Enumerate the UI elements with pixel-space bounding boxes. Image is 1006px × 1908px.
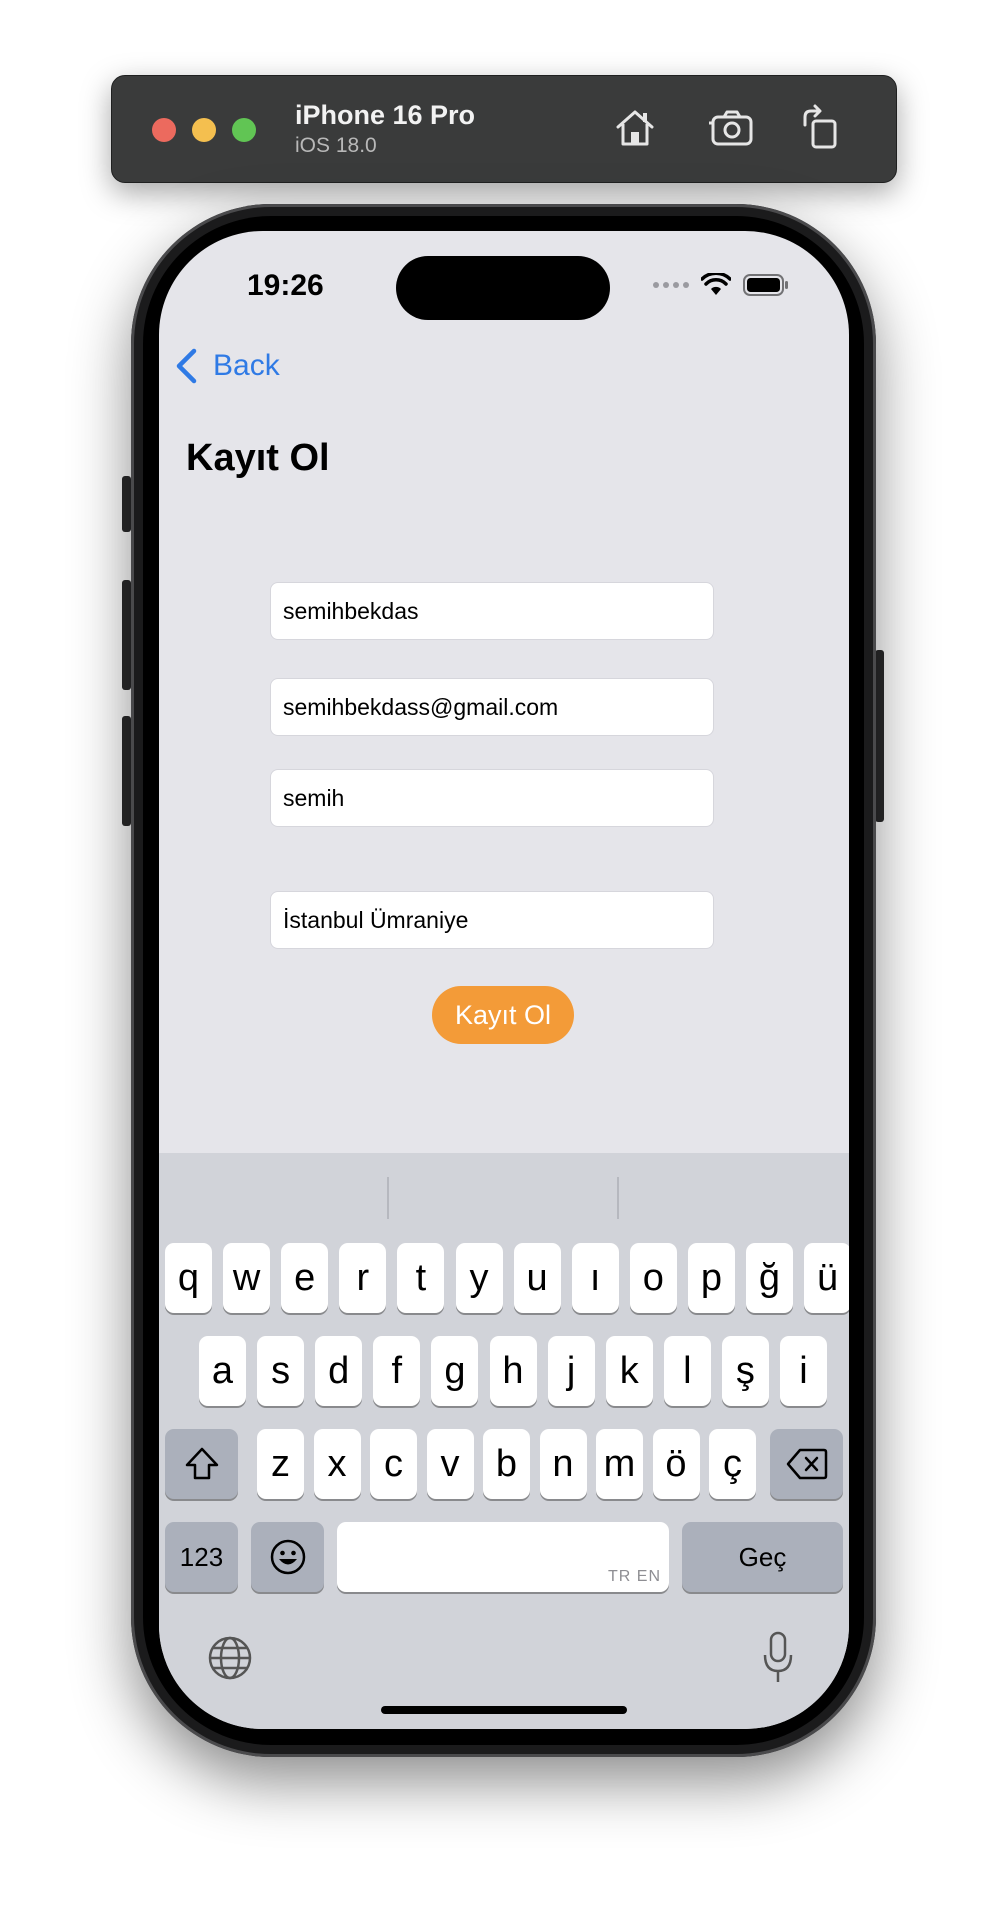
backspace-icon	[786, 1448, 827, 1480]
language-hint: TR EN	[608, 1568, 661, 1585]
suggestion-divider	[387, 1177, 389, 1219]
letter-key[interactable]: n	[539, 1429, 587, 1499]
power-button	[875, 650, 884, 822]
letter-key[interactable]: g	[431, 1336, 479, 1406]
device-name: iPhone 16 Pro	[295, 100, 476, 130]
delete-key[interactable]	[770, 1429, 843, 1499]
simulator-toolbar: iPhone 16 Pro iOS 18.0	[111, 75, 897, 183]
status-time: 19:26	[247, 269, 324, 302]
return-key[interactable]: Geç	[682, 1522, 843, 1592]
letter-key[interactable]: ç	[709, 1429, 756, 1499]
letter-key[interactable]: j	[547, 1336, 595, 1406]
letter-key[interactable]: l	[663, 1336, 711, 1406]
letter-key[interactable]: q	[165, 1243, 212, 1313]
rotate-icon[interactable]	[797, 103, 847, 153]
letter-key[interactable]: r	[339, 1243, 387, 1313]
letter-key[interactable]: ü	[804, 1243, 849, 1313]
volume-down-button	[122, 716, 131, 826]
letter-key[interactable]: k	[605, 1336, 653, 1406]
password-field[interactable]: semih	[270, 769, 714, 827]
letter-key[interactable]: b	[483, 1429, 530, 1499]
letter-key[interactable]: d	[315, 1336, 363, 1406]
letter-key[interactable]: ı	[571, 1243, 619, 1313]
os-version: iOS 18.0	[295, 134, 377, 157]
cellular-signal-icon	[653, 282, 689, 288]
letter-key[interactable]: ö	[652, 1429, 700, 1499]
letter-key[interactable]: s	[257, 1336, 305, 1406]
letter-key[interactable]: w	[223, 1243, 271, 1313]
emoji-icon	[270, 1539, 305, 1575]
letter-key[interactable]: t	[397, 1243, 445, 1313]
letter-key[interactable]: o	[629, 1243, 677, 1313]
register-button[interactable]: Kayıt Ol	[432, 986, 574, 1044]
back-button[interactable]: Back	[173, 347, 280, 385]
minimize-window-button[interactable]	[192, 118, 216, 142]
zoom-window-button[interactable]	[232, 118, 256, 142]
letter-key[interactable]: ş	[721, 1336, 769, 1406]
letter-key[interactable]: i	[780, 1336, 827, 1406]
microphone-icon[interactable]	[763, 1631, 793, 1690]
letter-key[interactable]: c	[370, 1429, 417, 1499]
shift-icon	[185, 1447, 218, 1480]
letter-key[interactable]: m	[596, 1429, 643, 1499]
letter-key[interactable]: v	[426, 1429, 474, 1499]
home-icon[interactable]	[610, 103, 660, 153]
keyboard: qwertyuıopğü asdfghjklşi zxcvbnmöç 123 T…	[159, 1153, 849, 1729]
letter-key[interactable]: f	[373, 1336, 421, 1406]
letter-key[interactable]: x	[313, 1429, 361, 1499]
chevron-left-icon	[176, 348, 197, 384]
emoji-key[interactable]	[251, 1522, 324, 1592]
phone-screen: 19:26 Back Kayıt Ol semihbekdas semihbek…	[159, 231, 849, 1729]
letter-key[interactable]: e	[281, 1243, 329, 1313]
letter-key[interactable]: ğ	[746, 1243, 793, 1313]
close-window-button[interactable]	[152, 118, 176, 142]
shift-key[interactable]	[165, 1429, 238, 1499]
battery-icon	[743, 274, 788, 296]
address-field[interactable]: İstanbul Ümraniye	[270, 891, 714, 949]
space-key[interactable]: TR EN	[337, 1522, 669, 1592]
letter-key[interactable]: y	[455, 1243, 503, 1313]
back-label: Back	[213, 349, 280, 382]
volume-up-button	[122, 580, 131, 690]
dynamic-island	[396, 256, 610, 320]
screenshot-icon[interactable]	[707, 103, 757, 153]
username-field[interactable]: semihbekdas	[270, 582, 714, 640]
numbers-key[interactable]: 123	[165, 1522, 238, 1592]
globe-icon[interactable]	[207, 1635, 253, 1686]
page-title: Kayıt Ol	[186, 437, 330, 479]
action-button	[122, 476, 131, 532]
letter-key[interactable]: p	[687, 1243, 735, 1313]
status-indicators	[653, 269, 789, 301]
wifi-icon	[701, 273, 731, 295]
letter-key[interactable]: z	[257, 1429, 304, 1499]
letter-key[interactable]: u	[513, 1243, 561, 1313]
suggestion-divider	[617, 1177, 619, 1219]
email-field[interactable]: semihbekdass@gmail.com	[270, 678, 714, 736]
letter-key[interactable]: a	[199, 1336, 246, 1406]
home-indicator	[381, 1706, 627, 1714]
letter-key[interactable]: h	[489, 1336, 537, 1406]
